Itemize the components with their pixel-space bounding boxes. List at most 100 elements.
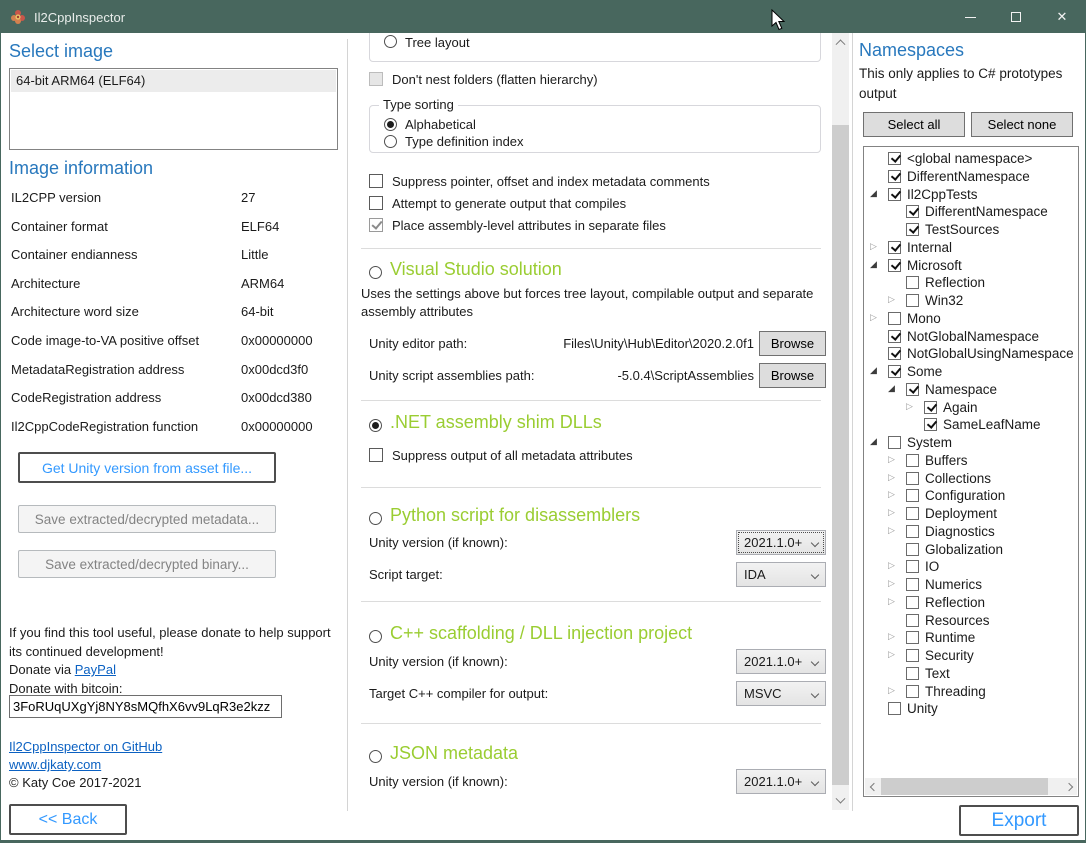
- tree-item[interactable]: TestSources: [864, 221, 1078, 239]
- tree-item-checkbox[interactable]: [906, 596, 919, 609]
- image-list-item[interactable]: 64-bit ARM64 (ELF64): [11, 70, 336, 92]
- shim-dlls-header[interactable]: .NET assembly shim DLLs: [390, 412, 602, 433]
- cpp-scaffolding-radio[interactable]: [369, 630, 382, 643]
- scrollbar-thumb[interactable]: [832, 125, 849, 785]
- cpp-unity-version-select[interactable]: 2021.1.0+: [736, 649, 826, 674]
- tree-item-label[interactable]: Numerics: [925, 577, 982, 592]
- maximize-button[interactable]: [993, 1, 1039, 33]
- tree-item-checkbox[interactable]: [906, 649, 919, 662]
- tree-item-label[interactable]: Resources: [925, 613, 990, 628]
- tree-item[interactable]: SameLeafName: [864, 416, 1078, 434]
- tree-item-checkbox[interactable]: [924, 418, 937, 431]
- tree-item[interactable]: <global namespace>: [864, 150, 1078, 168]
- expand-icon[interactable]: ▷: [888, 508, 895, 519]
- tree-item-label[interactable]: Security: [925, 648, 974, 663]
- browse-assemblies-path-button[interactable]: Browse: [759, 363, 826, 388]
- back-button[interactable]: << Back: [9, 804, 127, 835]
- tree-item-checkbox[interactable]: [906, 294, 919, 307]
- expand-icon[interactable]: ▷: [888, 632, 895, 643]
- tree-item[interactable]: ◢Il2CppTests: [864, 186, 1078, 204]
- suppress-metadata-attrs-checkbox[interactable]: [369, 448, 383, 462]
- select-all-button[interactable]: Select all: [863, 112, 965, 137]
- tree-item-label[interactable]: NotGlobalUsingNamespace: [907, 346, 1074, 361]
- tree-item-checkbox[interactable]: [906, 489, 919, 502]
- tree-item-label[interactable]: Buffers: [925, 453, 968, 468]
- json-metadata-header[interactable]: JSON metadata: [390, 743, 518, 764]
- tree-item-label[interactable]: NotGlobalNamespace: [907, 329, 1039, 344]
- tree-item-checkbox[interactable]: [906, 454, 919, 467]
- script-assemblies-path-value[interactable]: -5.0.4\ScriptAssemblies: [606, 368, 754, 383]
- sort-alphabetical-label[interactable]: Alphabetical: [405, 117, 476, 132]
- flatten-checkbox[interactable]: [369, 72, 383, 86]
- tree-item-checkbox[interactable]: [906, 383, 919, 396]
- tree-item-label[interactable]: Unity: [907, 701, 938, 716]
- tree-item[interactable]: ▷IO: [864, 558, 1078, 576]
- json-unity-version-select[interactable]: 2021.1.0+: [736, 769, 826, 794]
- scrollbar-thumb[interactable]: [881, 778, 1048, 795]
- tree-item-checkbox[interactable]: [888, 241, 901, 254]
- collapse-icon[interactable]: ◢: [870, 189, 877, 200]
- tree-item[interactable]: ▷Diagnostics: [864, 523, 1078, 541]
- tree-item-label[interactable]: Internal: [907, 240, 952, 255]
- shim-dlls-radio[interactable]: [369, 419, 382, 432]
- separate-attrs-checkbox[interactable]: [369, 218, 383, 232]
- python-script-radio[interactable]: [369, 512, 382, 525]
- tree-item-checkbox[interactable]: [906, 472, 919, 485]
- namespace-tree[interactable]: <global namespace> DifferentNamespace ◢Il2…: [863, 146, 1079, 797]
- tree-item-label[interactable]: Namespace: [925, 382, 997, 397]
- scroll-up-arrow[interactable]: [832, 33, 849, 50]
- script-target-select[interactable]: IDA: [736, 562, 826, 587]
- tree-item[interactable]: ▷Internal: [864, 239, 1078, 257]
- cpp-compiler-select[interactable]: MSVC: [736, 681, 826, 706]
- tree-item-label[interactable]: Collections: [925, 471, 991, 486]
- expand-icon[interactable]: ▷: [888, 597, 895, 608]
- tree-item[interactable]: Reflection: [864, 274, 1078, 292]
- github-link[interactable]: Il2CppInspector on GitHub: [9, 739, 162, 754]
- expand-icon[interactable]: ▷: [870, 313, 877, 324]
- vs-solution-header[interactable]: Visual Studio solution: [390, 259, 562, 280]
- tree-item-checkbox[interactable]: [906, 525, 919, 538]
- tree-horizontal-scrollbar[interactable]: [865, 778, 1077, 795]
- expand-icon[interactable]: ▷: [888, 650, 895, 661]
- tree-item-checkbox[interactable]: [888, 347, 901, 360]
- suppress-comments-checkbox[interactable]: [369, 174, 383, 188]
- suppress-comments-label[interactable]: Suppress pointer, offset and index metad…: [392, 174, 710, 189]
- vs-solution-radio[interactable]: [369, 266, 382, 279]
- collapse-icon[interactable]: ◢: [870, 437, 877, 448]
- tree-item[interactable]: ▷Deployment: [864, 505, 1078, 523]
- save-metadata-button[interactable]: Save extracted/decrypted metadata...: [18, 505, 276, 533]
- tree-item[interactable]: ◢Namespace: [864, 381, 1078, 399]
- tree-item-label[interactable]: <global namespace>: [907, 151, 1032, 166]
- tree-item-label[interactable]: TestSources: [925, 222, 999, 237]
- tree-item[interactable]: Resources: [864, 612, 1078, 630]
- sort-alphabetical-radio[interactable]: [384, 118, 397, 131]
- titlebar[interactable]: Il2CppInspector ✕: [1, 1, 1085, 33]
- tree-item[interactable]: ◢Some: [864, 363, 1078, 381]
- tree-item-label[interactable]: Microsoft: [907, 258, 962, 273]
- tree-item[interactable]: ▷Configuration: [864, 487, 1078, 505]
- tree-item[interactable]: ▷Buffers: [864, 452, 1078, 470]
- separate-attrs-label[interactable]: Place assembly-level attributes in separ…: [392, 218, 666, 233]
- tree-item-label[interactable]: Reflection: [925, 275, 985, 290]
- tree-item[interactable]: NotGlobalNamespace: [864, 328, 1078, 346]
- tree-item-label[interactable]: Win32: [925, 293, 963, 308]
- tree-item-checkbox[interactable]: [906, 685, 919, 698]
- tree-item[interactable]: ◢Microsoft: [864, 257, 1078, 275]
- tree-item-checkbox[interactable]: [906, 614, 919, 627]
- tree-item-label[interactable]: Diagnostics: [925, 524, 995, 539]
- expand-icon[interactable]: ▷: [888, 473, 895, 484]
- tree-item-label[interactable]: DifferentNamespace: [907, 169, 1030, 184]
- scroll-down-arrow[interactable]: [832, 793, 849, 810]
- sort-typedef-label[interactable]: Type definition index: [405, 134, 524, 149]
- tree-item-checkbox[interactable]: [906, 560, 919, 573]
- tree-item-label[interactable]: Threading: [925, 684, 986, 699]
- tree-item[interactable]: ▷ Mono: [864, 310, 1078, 328]
- expand-icon[interactable]: ▷: [888, 561, 895, 572]
- tree-item-checkbox[interactable]: [888, 188, 901, 201]
- tree-item-checkbox[interactable]: [906, 578, 919, 591]
- tree-item[interactable]: DifferentNamespace: [864, 168, 1078, 186]
- tree-item-label[interactable]: Mono: [907, 311, 941, 326]
- tree-item-checkbox[interactable]: [906, 205, 919, 218]
- tree-item-checkbox[interactable]: [906, 667, 919, 680]
- tree-item-label[interactable]: Some: [907, 364, 942, 379]
